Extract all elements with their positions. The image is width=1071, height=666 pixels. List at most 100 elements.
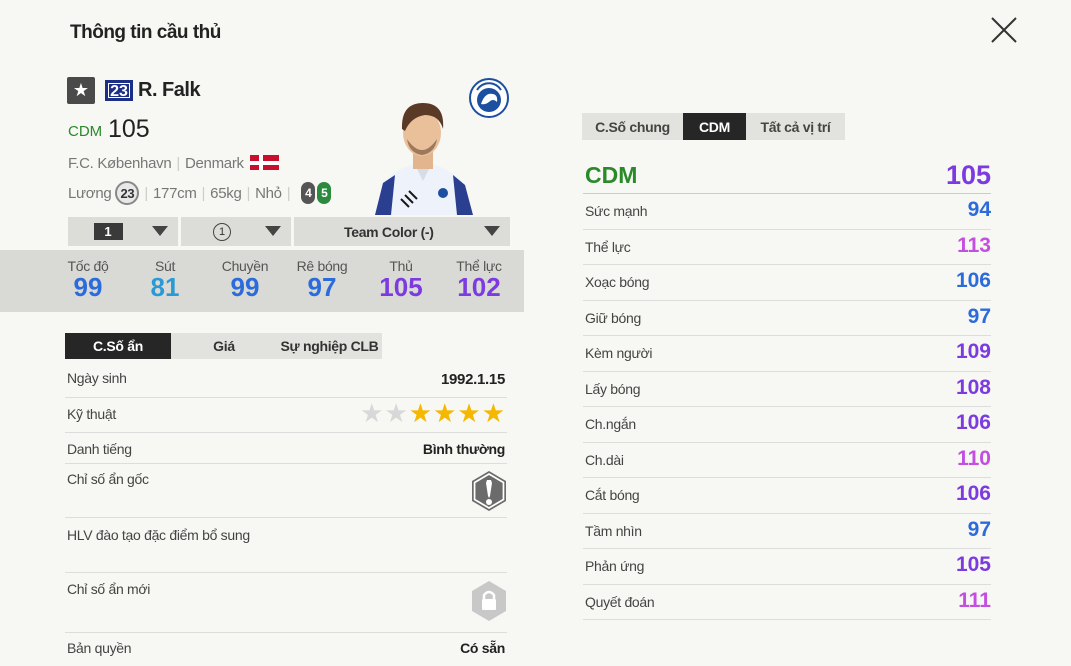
stat-defending: Thủ 105 — [374, 258, 428, 303]
original-hidden-label: Chỉ số ẩn gốc — [67, 471, 149, 487]
stat-dribbling: Rê bóng 97 — [295, 258, 349, 303]
attr-row: Xoạc bóng 106 — [583, 265, 991, 301]
stat-value: 99 — [230, 272, 260, 302]
attr-value: 109 — [955, 340, 991, 363]
copyright-value: Có sẵn — [460, 640, 505, 656]
jersey-number-badge: 23 — [105, 80, 133, 101]
attr-label: Xoạc bóng — [585, 274, 650, 290]
tab-all-positions[interactable]: Tất cả vị trí — [746, 113, 845, 140]
tab-hidden-stats[interactable]: C.Số ẩn — [65, 333, 171, 359]
dob-value: 1992.1.15 — [440, 371, 505, 388]
player-position: CDM — [68, 123, 103, 140]
attr-value: 110 — [957, 446, 991, 470]
info-row-skill: Kỹ thuật ★ ★ ★ ★ ★ ★ — [65, 398, 507, 433]
info-row-copyright: Bản quyền Có sẵn — [65, 633, 507, 666]
stat-shooting: Sút 81 — [143, 258, 187, 303]
skill-stars: ★ ★ ★ ★ ★ ★ — [360, 400, 505, 426]
tab-price[interactable]: Giá — [171, 333, 277, 359]
attr-row: Kèm người 109 — [583, 336, 991, 372]
club-nation-line: F.C. København | Denmark — [68, 155, 279, 172]
stat-passing: Chuyền 99 — [218, 258, 272, 303]
player-ovr: 105 — [108, 115, 150, 143]
weak-foot-badge: 4 — [301, 182, 316, 204]
attr-value: 106 — [955, 411, 991, 434]
level-selector[interactable]: 1 — [68, 217, 178, 246]
copyright-label: Bản quyền — [67, 640, 132, 656]
attr-value: 106 — [955, 482, 991, 505]
position-rating: 105 — [945, 160, 991, 190]
chevron-down-icon — [152, 226, 168, 236]
info-row-dob: Ngày sinh 1992.1.15 — [65, 363, 507, 398]
attr-row: Giữ bóng 97 — [583, 301, 991, 336]
stat-physical: Thể lực 102 — [452, 258, 506, 303]
trait-tie-icon[interactable] — [471, 470, 507, 512]
attr-value: 111 — [958, 588, 991, 612]
attr-label: Ch.ngắn — [585, 416, 636, 432]
info-row-coach-traits: HLV đào tạo đặc điểm bổ sung — [65, 518, 507, 573]
dob-label: Ngày sinh — [67, 370, 127, 386]
page-title: Thông tin cầu thủ — [70, 22, 221, 43]
info-row-original-hidden: Chỉ số ẩn gốc — [65, 464, 507, 518]
enhance-selector[interactable]: 1 — [181, 217, 291, 246]
player-body-type: Nhỏ — [255, 184, 282, 202]
position-label: CDM — [585, 162, 638, 188]
attr-row: Tầm nhìn 97 — [583, 514, 991, 549]
stat-pace: Tốc độ 99 — [66, 258, 110, 303]
attr-value: 94 — [967, 198, 991, 221]
star-icon: ★ — [360, 398, 384, 428]
attr-value: 97 — [967, 304, 991, 328]
coach-traits-label: HLV đào tạo đặc điểm bổ sung — [67, 527, 250, 543]
chevron-down-icon — [265, 226, 281, 236]
lock-icon — [471, 580, 507, 622]
player-name: R. Falk — [138, 79, 201, 101]
player-weight: 65kg — [210, 184, 242, 202]
attr-value: 105 — [955, 553, 991, 576]
star-icon: ★ — [433, 398, 457, 428]
player-photo — [365, 95, 480, 215]
attr-label: Giữ bóng — [585, 309, 642, 326]
attr-label: Sức mạnh — [585, 203, 648, 219]
denmark-flag-icon — [249, 155, 279, 170]
attr-value: 113 — [957, 233, 991, 257]
stat-value: 97 — [307, 272, 337, 302]
position-rating-header: CDM 105 — [583, 158, 991, 194]
stat-value: 105 — [379, 272, 423, 302]
attr-label: Phản ứng — [585, 558, 645, 574]
attr-row: Quyết đoán 111 — [583, 585, 991, 620]
team-color-label: Team Color (-) — [344, 223, 434, 240]
tab-cdm[interactable]: CDM — [683, 113, 746, 140]
main-stats-band: Tốc độ 99 Sút 81 Chuyền 99 Rê bóng 97 Th… — [0, 250, 524, 312]
close-icon[interactable] — [990, 16, 1018, 44]
new-hidden-label: Chỉ số ẩn mới — [67, 581, 151, 597]
salary-label: Lương — [68, 184, 112, 202]
attr-label: Tầm nhìn — [585, 522, 642, 539]
attr-row: Ch.ngắn 106 — [583, 407, 991, 443]
level-value: 1 — [93, 223, 123, 240]
salary-badge: 23 — [115, 181, 140, 205]
attr-label: Thể lực — [585, 238, 631, 255]
tab-club-career[interactable]: Sự nghiệp CLB — [277, 333, 382, 359]
team-color-selector[interactable]: Team Color (-) — [294, 217, 510, 246]
attr-row: Thể lực 113 — [583, 230, 991, 265]
star-icon: ★ — [408, 398, 433, 428]
star-icon: ★ — [457, 398, 481, 428]
attr-value: 108 — [955, 375, 991, 399]
skill-label: Kỹ thuật — [67, 406, 116, 422]
reputation-label: Danh tiếng — [67, 441, 132, 457]
tab-general-stats[interactable]: C.Số chung — [582, 113, 683, 140]
chevron-down-icon — [484, 226, 500, 236]
player-attributes-line: Lương 23 | 177cm | 65kg | Nhỏ | 4 5 — [68, 181, 332, 205]
info-row-new-hidden: Chỉ số ẩn mới — [65, 573, 507, 633]
club-name: F.C. København — [68, 155, 172, 172]
strong-foot-badge: 5 — [317, 182, 332, 204]
attr-label: Cắt bóng — [585, 487, 640, 503]
favorite-star-icon[interactable]: ★ — [67, 77, 95, 104]
stat-value: 81 — [150, 272, 180, 302]
attr-row: Phản ứng 105 — [583, 549, 991, 585]
nation-name: Denmark — [184, 155, 244, 172]
star-icon: ★ — [481, 398, 505, 428]
reputation-value: Bình thường — [422, 441, 505, 457]
stat-value: 102 — [457, 272, 501, 302]
attr-row: Cắt bóng 106 — [583, 478, 991, 514]
star-icon: ★ — [384, 398, 408, 428]
